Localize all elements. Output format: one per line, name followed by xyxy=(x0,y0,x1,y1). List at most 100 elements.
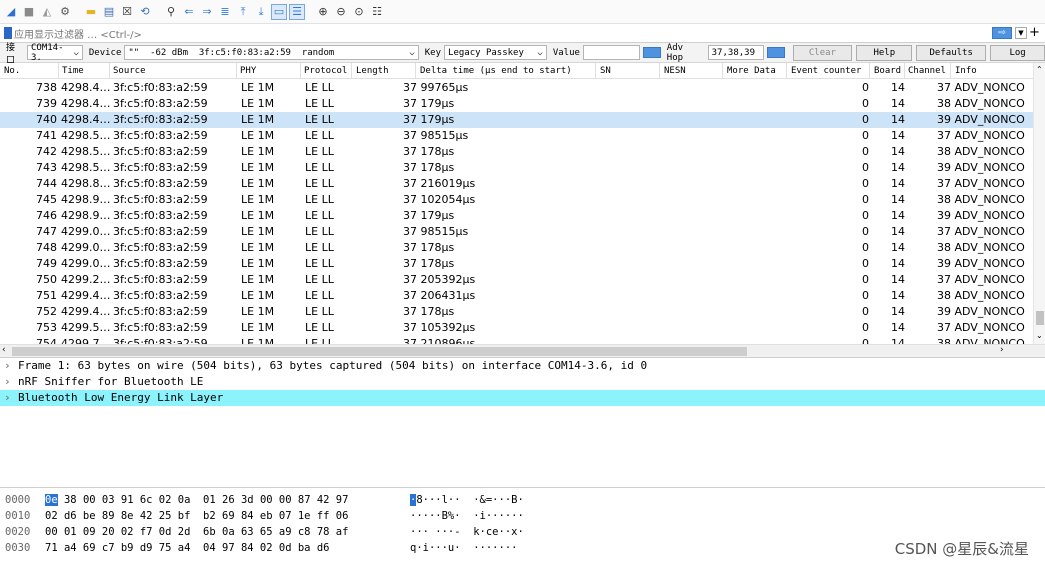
bookmark-icon[interactable] xyxy=(4,27,12,39)
apply-adv-hop-arrow-icon[interactable] xyxy=(766,47,785,58)
cell-delta-time: 37 178µs xyxy=(403,161,455,174)
byte-hex[interactable]: 0e 38 00 03 91 6c 02 0a 01 26 3d 00 00 8… xyxy=(45,494,410,510)
packet-row[interactable]: 753 4299.5… 3f:c5:f0:83:a2:59 LE 1M LE LL 37 … xyxy=(0,320,1033,336)
zoom-normal-icon[interactable]: ⊙ xyxy=(351,4,367,20)
filter-history-dropdown-icon[interactable]: ▼ xyxy=(1015,27,1027,39)
cell-channel-info: 38 ADV_NONCO xyxy=(937,337,1025,344)
packet-row[interactable]: 741 4298.5… 3f:c5:f0:83:a2:59 LE 1M LE LL 37 … xyxy=(0,128,1033,144)
column-header-no[interactable]: No. xyxy=(4,66,20,76)
column-header-phy[interactable]: PHY xyxy=(240,66,256,76)
tree-item-frame[interactable]: › Frame 1: 63 bytes on wire (504 bits), … xyxy=(0,358,1045,374)
packet-list-vertical-scrollbar[interactable]: ⌃ ⌄ xyxy=(1033,63,1045,344)
packet-row[interactable]: 739 4298.4… 3f:c5:f0:83:a2:59 LE 1M LE LL 37 … xyxy=(0,96,1033,112)
byte-hex[interactable]: 00 01 09 20 02 f7 0d 2d 6b 0a 63 65 a9 c… xyxy=(45,526,410,542)
cell-phy: LE 1M xyxy=(241,97,275,110)
scrollbar-thumb[interactable] xyxy=(12,347,747,356)
packet-row[interactable]: 752 4299.4… 3f:c5:f0:83:a2:59 LE 1M LE LL 37 … xyxy=(0,304,1033,320)
close-file-icon[interactable]: ☒ xyxy=(119,4,135,20)
apply-filter-arrow-icon[interactable]: ⇨ xyxy=(992,27,1012,39)
go-first-icon[interactable]: ⤒ xyxy=(235,4,251,20)
scroll-up-icon[interactable]: ⌃ xyxy=(1036,65,1043,74)
go-to-packet-icon[interactable]: ≣ xyxy=(217,4,233,20)
packet-row[interactable]: 742 4298.5… 3f:c5:f0:83:a2:59 LE 1M LE LL 37 … xyxy=(0,144,1033,160)
key-label: Key xyxy=(424,47,442,58)
value-input[interactable] xyxy=(582,45,640,60)
selected-byte[interactable]: 0e xyxy=(45,494,58,506)
column-header-time[interactable]: Time xyxy=(62,66,84,76)
packet-row[interactable]: 747 4299.0… 3f:c5:f0:83:a2:59 LE 1M LE LL 37 … xyxy=(0,224,1033,240)
help-button[interactable]: Help xyxy=(856,44,913,61)
byte-ascii[interactable]: ·8···l·· ·&=···B· xyxy=(410,494,610,510)
device-select[interactable]: "" -62 dBm 3f:c5:f0:83:a2:59 random ⌵ xyxy=(124,45,419,60)
column-header-delta-time[interactable]: Delta time (µs end to start) xyxy=(420,66,572,76)
apply-value-arrow-icon[interactable] xyxy=(642,47,661,58)
scrollbar-thumb[interactable] xyxy=(1036,311,1044,325)
packet-row[interactable]: 750 4299.2… 3f:c5:f0:83:a2:59 LE 1M LE LL 37 … xyxy=(0,272,1033,288)
zoom-out-icon[interactable]: ⊖ xyxy=(333,4,349,20)
go-forward-icon[interactable]: ⇒ xyxy=(199,4,215,20)
byte-hex-rest: 38 00 03 91 6c 02 0a 01 26 3d 00 00 87 4… xyxy=(57,494,349,506)
stop-square-icon[interactable]: ■ xyxy=(21,4,37,20)
byte-ascii[interactable]: ·····B%· ·i······ xyxy=(410,510,610,526)
autoscroll-icon[interactable]: ▭ xyxy=(271,3,287,20)
expand-arrow-icon[interactable]: › xyxy=(4,374,18,390)
byte-hex[interactable]: 02 d6 be 89 8e 42 25 bf b2 69 84 eb 07 1… xyxy=(45,510,410,526)
packet-row[interactable]: 749 4299.0… 3f:c5:f0:83:a2:59 LE 1M LE LL 37 … xyxy=(0,256,1033,272)
packet-row[interactable]: 738 4298.4… 3f:c5:f0:83:a2:59 LE 1M LE LL 37 … xyxy=(0,80,1033,96)
tree-item-nrf-sniffer[interactable]: › nRF Sniffer for Bluetooth LE xyxy=(0,374,1045,390)
byte-hex[interactable]: 71 a4 69 c7 b9 d9 75 a4 04 97 84 02 0d b… xyxy=(45,542,410,558)
shark-fin-start-icon[interactable]: ◢ xyxy=(3,4,19,20)
column-header-more-data[interactable]: More Data xyxy=(727,66,776,76)
log-button[interactable]: Log xyxy=(990,44,1045,61)
column-header-info[interactable]: Info xyxy=(955,66,977,76)
options-gear-icon[interactable]: ⚙ xyxy=(57,4,73,20)
packet-row[interactable]: 743 4298.5… 3f:c5:f0:83:a2:59 LE 1M LE LL 37 … xyxy=(0,160,1033,176)
find-packet-icon[interactable]: ⚲ xyxy=(163,4,179,20)
packet-row[interactable]: 744 4298.8… 3f:c5:f0:83:a2:59 LE 1M LE LL 37 … xyxy=(0,176,1033,192)
column-header-source[interactable]: Source xyxy=(113,66,146,76)
go-last-icon[interactable]: ⤓ xyxy=(253,4,269,20)
packet-row[interactable]: 754 4299.7… 3f:c5:f0:83:a2:59 LE 1M LE LL 37 … xyxy=(0,336,1033,344)
byte-ascii[interactable]: ··· ···- k·ce··x· xyxy=(410,526,610,542)
packet-row[interactable]: 745 4298.9… 3f:c5:f0:83:a2:59 LE 1M LE LL 37 … xyxy=(0,192,1033,208)
adv-hop-input[interactable]: 37,38,39 xyxy=(707,45,764,60)
column-header-protocol[interactable]: Protocol xyxy=(304,66,347,76)
display-filter-input[interactable]: 应用显示过滤器 … <Ctrl-/> xyxy=(14,26,992,41)
open-folder-icon[interactable]: ▬ xyxy=(83,4,99,20)
cell-phy: LE 1M xyxy=(241,113,275,126)
byte-ascii[interactable]: q·i···u· ······· xyxy=(410,542,610,558)
interface-select[interactable]: COM14-3. ⌵ xyxy=(26,43,83,63)
packet-row[interactable]: 748 4299.0… 3f:c5:f0:83:a2:59 LE 1M LE LL 37 … xyxy=(0,240,1033,256)
column-header-length[interactable]: Length xyxy=(356,66,389,76)
scroll-left-icon[interactable]: ‹ xyxy=(2,345,6,355)
scroll-down-icon[interactable]: ⌄ xyxy=(1036,331,1043,340)
resize-columns-icon[interactable]: ☷ xyxy=(369,4,385,20)
save-file-icon[interactable]: ▤ xyxy=(101,4,117,20)
tree-item-ble-link-layer[interactable]: › Bluetooth Low Energy Link Layer xyxy=(0,390,1045,406)
restart-fin-icon[interactable]: ◭ xyxy=(39,4,55,20)
cell-no: 746 xyxy=(36,209,57,222)
add-filter-button[interactable]: + xyxy=(1029,26,1041,39)
key-select[interactable]: Legacy Passkey ⌵ xyxy=(444,45,547,60)
expand-arrow-icon[interactable]: › xyxy=(4,390,18,406)
cell-protocol: LE LL xyxy=(305,145,334,158)
go-back-icon[interactable]: ⇐ xyxy=(181,4,197,20)
cell-channel-info: 37 ADV_NONCO xyxy=(937,321,1025,334)
packet-list-horizontal-scrollbar[interactable]: ‹ › xyxy=(0,344,1045,357)
packet-row[interactable]: 740 4298.4… 3f:c5:f0:83:a2:59 LE 1M LE LL 37 … xyxy=(0,112,1033,128)
expand-arrow-icon[interactable]: › xyxy=(4,358,18,374)
colorize-icon[interactable]: ☰ xyxy=(289,3,305,20)
column-header-channel[interactable]: Channel xyxy=(908,66,946,76)
reload-icon[interactable]: ⟲ xyxy=(137,4,153,20)
column-header-board[interactable]: Board xyxy=(874,66,901,76)
defaults-button[interactable]: Defaults xyxy=(916,44,987,61)
zoom-in-icon[interactable]: ⊕ xyxy=(315,4,331,20)
scroll-right-icon[interactable]: › xyxy=(1000,345,1004,355)
column-header-sn[interactable]: SN xyxy=(600,66,611,76)
clear-button[interactable]: Clear xyxy=(792,44,853,61)
packet-row[interactable]: 751 4299.4… 3f:c5:f0:83:a2:59 LE 1M LE LL 37 … xyxy=(0,288,1033,304)
column-header-event-counter[interactable]: Event counter xyxy=(791,66,861,76)
cell-time: 4299.0… xyxy=(61,257,111,270)
packet-row[interactable]: 746 4298.9… 3f:c5:f0:83:a2:59 LE 1M LE LL 37 … xyxy=(0,208,1033,224)
column-header-nesn[interactable]: NESN xyxy=(664,66,686,76)
